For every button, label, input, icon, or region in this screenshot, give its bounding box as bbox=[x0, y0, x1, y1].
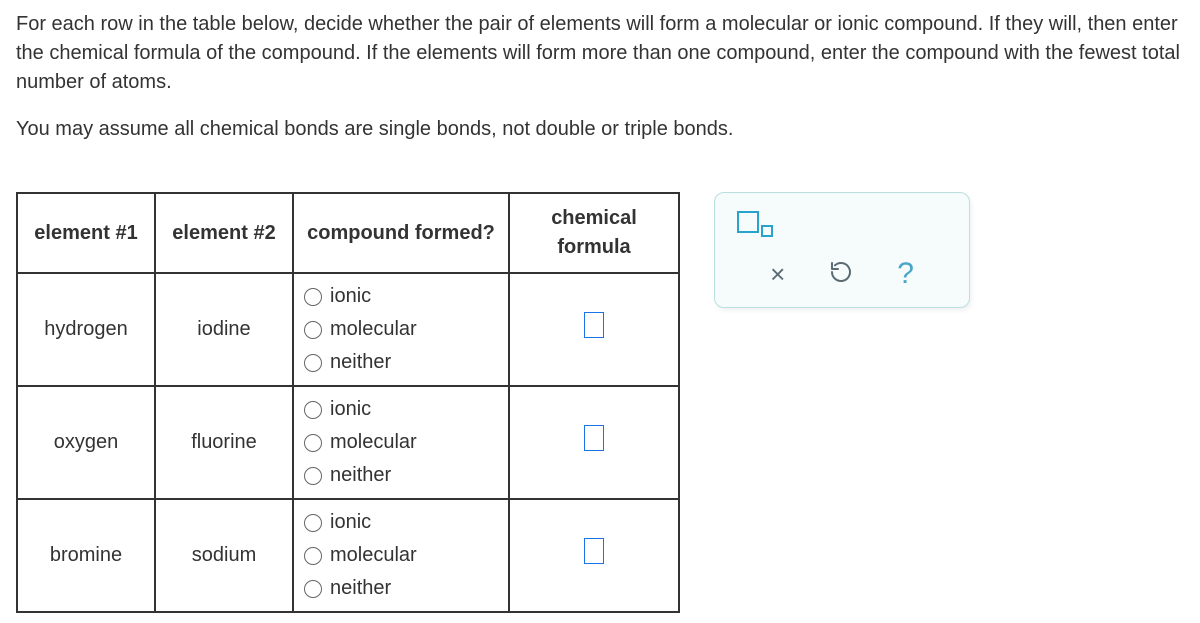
table-row: oxygen fluorine ionic molecular bbox=[17, 386, 679, 499]
compound-radio-group: ionic molecular neither bbox=[304, 506, 498, 605]
element-2-cell: fluorine bbox=[155, 386, 293, 499]
tool-panel: × ? bbox=[714, 192, 970, 308]
instruction-paragraph-1: For each row in the table below, decide … bbox=[16, 10, 1184, 97]
radio-label: molecular bbox=[330, 428, 417, 457]
header-element-1: element #1 bbox=[17, 193, 155, 273]
compound-radio-group: ionic molecular neither bbox=[304, 393, 498, 492]
radio-label: ionic bbox=[330, 282, 371, 311]
instructions: For each row in the table below, decide … bbox=[16, 10, 1184, 144]
element-1-cell: bromine bbox=[17, 499, 155, 612]
radio-neither[interactable] bbox=[304, 467, 322, 485]
tool-row-top bbox=[737, 211, 947, 237]
radio-option-neither[interactable]: neither bbox=[304, 461, 498, 490]
element-1-cell: hydrogen bbox=[17, 273, 155, 386]
element-2-cell: sodium bbox=[155, 499, 293, 612]
radio-option-neither[interactable]: neither bbox=[304, 574, 498, 603]
radio-neither[interactable] bbox=[304, 580, 322, 598]
radio-ionic[interactable] bbox=[304, 288, 322, 306]
chemical-formula-input[interactable] bbox=[584, 312, 604, 338]
tool-row-bottom: × ? bbox=[737, 259, 947, 289]
reset-button[interactable] bbox=[829, 260, 853, 288]
radio-label: neither bbox=[330, 348, 391, 377]
help-button[interactable]: ? bbox=[897, 259, 914, 289]
x-icon: × bbox=[770, 259, 785, 289]
compound-table: element #1 element #2 compound formed? c… bbox=[16, 192, 680, 613]
reset-icon bbox=[829, 260, 853, 284]
question-icon: ? bbox=[897, 257, 914, 290]
radio-label: neither bbox=[330, 461, 391, 490]
radio-neither[interactable] bbox=[304, 354, 322, 372]
radio-molecular[interactable] bbox=[304, 434, 322, 452]
radio-option-molecular[interactable]: molecular bbox=[304, 428, 498, 457]
table-row: hydrogen iodine ionic molecular bbox=[17, 273, 679, 386]
radio-label: ionic bbox=[330, 395, 371, 424]
element-2-cell: iodine bbox=[155, 273, 293, 386]
square-icon bbox=[737, 211, 759, 233]
chemical-formula-input[interactable] bbox=[584, 538, 604, 564]
radio-molecular[interactable] bbox=[304, 547, 322, 565]
table-row: bromine sodium ionic molecular bbox=[17, 499, 679, 612]
radio-option-molecular[interactable]: molecular bbox=[304, 541, 498, 570]
radio-ionic[interactable] bbox=[304, 401, 322, 419]
radio-option-ionic[interactable]: ionic bbox=[304, 395, 498, 424]
radio-label: ionic bbox=[330, 508, 371, 537]
header-chemical-formula: chemical formula bbox=[509, 193, 679, 273]
subscript-toggle-button[interactable] bbox=[737, 211, 773, 237]
radio-option-neither[interactable]: neither bbox=[304, 348, 498, 377]
element-1-cell: oxygen bbox=[17, 386, 155, 499]
clear-button[interactable]: × bbox=[770, 261, 785, 287]
radio-option-molecular[interactable]: molecular bbox=[304, 315, 498, 344]
radio-molecular[interactable] bbox=[304, 321, 322, 339]
radio-option-ionic[interactable]: ionic bbox=[304, 282, 498, 311]
radio-option-ionic[interactable]: ionic bbox=[304, 508, 498, 537]
radio-label: molecular bbox=[330, 541, 417, 570]
chemical-formula-input[interactable] bbox=[584, 425, 604, 451]
instruction-paragraph-2: You may assume all chemical bonds are si… bbox=[16, 115, 1184, 144]
radio-ionic[interactable] bbox=[304, 514, 322, 532]
compound-radio-group: ionic molecular neither bbox=[304, 280, 498, 379]
header-element-2: element #2 bbox=[155, 193, 293, 273]
radio-label: neither bbox=[330, 574, 391, 603]
subscript-square-icon bbox=[761, 225, 773, 237]
radio-label: molecular bbox=[330, 315, 417, 344]
header-compound-formed: compound formed? bbox=[293, 193, 509, 273]
